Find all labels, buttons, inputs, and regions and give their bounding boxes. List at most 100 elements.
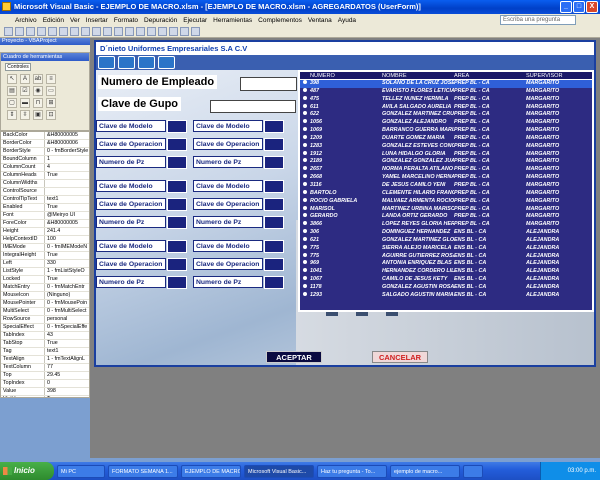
taskbar-item[interactable]: Mi PC [57, 464, 105, 478]
list-item[interactable]: 775 SIERRA ALEJO MARICELA ENS BL - CA ALEJA… [300, 244, 592, 253]
list-item[interactable]: GERARDO LANDA ORTIZ GERARDO PREP BL - CA MA… [300, 213, 592, 221]
close-button[interactable]: X [586, 1, 598, 13]
list-item[interactable]: 1069 BARRANCO GUERRA MARIA PREP BL - CA MAR… [300, 127, 592, 135]
property-row[interactable]: ControlSource [1, 188, 89, 196]
list-item[interactable]: BARTOLO CLEMENTE HILARIO FRANC PREP BL - C… [300, 189, 592, 198]
property-value[interactable]: 0 - fmBorderStyle [45, 148, 89, 155]
cut-icon[interactable] [37, 27, 46, 36]
list-item[interactable]: 621 GONZALEZ MARTINEZ GLO ENS BL - CA ALEJA… [300, 236, 592, 245]
list-item[interactable]: MARISOL MARTINEZ URBINA MARISOL PREP BL - … [300, 205, 592, 214]
block-input[interactable] [167, 216, 187, 229]
menu-archivo[interactable]: Archivo [12, 17, 40, 24]
taskbar-item[interactable]: EJEMPLO DE MACRO [181, 464, 241, 478]
property-value[interactable]: 241.4 [45, 228, 89, 235]
block-input[interactable] [167, 258, 187, 271]
property-row[interactable]: Enabled True [1, 204, 89, 212]
property-row[interactable]: IntegralHeight True [1, 252, 89, 260]
dollar-icon[interactable] [158, 56, 175, 69]
property-value[interactable]: True [45, 172, 89, 179]
property-row[interactable]: IMEMode 0 - fmIMEModeN [1, 244, 89, 252]
property-value[interactable]: &H80000006 [45, 140, 89, 147]
paste-icon[interactable] [59, 27, 68, 36]
list-item[interactable]: 1056 GONZALEZ ALEJANDRO PREP BL - CA MARGAR… [300, 119, 592, 127]
menu-ayuda[interactable]: Ayuda [335, 17, 359, 24]
property-value[interactable]: True [45, 204, 89, 211]
list-item[interactable]: 1293 SALGADO AGUSTIN MARIA ENS BL - CA ALEJ… [300, 291, 592, 300]
property-row[interactable]: Locked True [1, 276, 89, 284]
menu-edicion[interactable]: Edición [40, 17, 67, 24]
property-value[interactable]: 77 [45, 364, 89, 371]
property-row[interactable]: MousePointer 0 - fmMousePoin [1, 300, 89, 308]
listbox-icon[interactable]: ▤ [7, 86, 17, 96]
list-item[interactable]: 1067 CAMILO DE JESUS KETY ENS BL - CA ALEJA… [300, 276, 592, 284]
property-value[interactable]: text1 [45, 196, 89, 203]
excel-icon[interactable] [4, 27, 13, 36]
list-item[interactable]: 2189 GONZALEZ GONZALEZ JUANAPREP BL - CA M… [300, 158, 592, 166]
minimize-button[interactable]: _ [560, 1, 572, 13]
property-value[interactable]: text1 [45, 348, 89, 355]
find-icon[interactable] [70, 27, 79, 36]
redo-icon[interactable] [92, 27, 101, 36]
property-row[interactable]: ForeColor &H80000005 [1, 220, 89, 228]
property-row[interactable]: Left 330 [1, 260, 89, 268]
property-value[interactable]: 398 [45, 388, 89, 395]
start-button[interactable]: Inicio [0, 462, 54, 480]
taskbar-item[interactable]: ejemplo de macro... [390, 464, 460, 478]
block-input[interactable] [264, 156, 284, 169]
menu-formato[interactable]: Formato [111, 17, 141, 24]
property-row[interactable]: ColumnWidths [1, 180, 89, 188]
property-value[interactable]: 0 - fmMultiSelect [45, 308, 89, 315]
menu-ejecutar[interactable]: Ejecutar [180, 17, 210, 24]
list-item[interactable]: 487 EVARISTO FLORES LETICIA PREP BL - CA MA… [300, 87, 592, 96]
block-input[interactable] [264, 216, 284, 229]
list-item[interactable]: 611 AVILA SALGADO AURELIA PREP BL - CA MARG… [300, 103, 592, 112]
property-row[interactable]: MouseIcon (Ninguno) [1, 292, 89, 300]
property-row[interactable]: MultiSelect 0 - fmMultiSelect [1, 308, 89, 316]
checkbox-icon[interactable]: ☑ [20, 86, 30, 96]
property-row[interactable]: Tag text1 [1, 348, 89, 356]
multipage-icon[interactable]: ⊞ [46, 98, 56, 108]
menu-ventana[interactable]: Ventana [305, 17, 335, 24]
property-row[interactable]: TextColumn 77 [1, 364, 89, 372]
property-value[interactable]: 29.45 [45, 372, 89, 379]
taskbar-item[interactable]: Microsoft Visual Basic... [244, 464, 314, 478]
property-row[interactable]: HelpContextID 100 [1, 236, 89, 244]
menu-ver[interactable]: Ver [67, 17, 83, 24]
link-icon[interactable] [138, 56, 155, 69]
textbox-icon[interactable]: ab [33, 74, 43, 84]
employee-listbox[interactable]: NUMERO NOMBRE AREA SUPERVISOR 398 SOLANO … [298, 70, 594, 312]
image-icon[interactable]: ▣ [33, 110, 43, 120]
property-value[interactable]: @Meiryo UI [45, 212, 89, 219]
property-value[interactable]: 0 - fmMatchEntr [45, 284, 89, 291]
property-row[interactable]: BorderColor &H80000006 [1, 140, 89, 148]
property-row[interactable]: TabStop True [1, 340, 89, 348]
property-row[interactable]: ListStyle 1 - fmListStyleO [1, 268, 89, 276]
pause-icon[interactable] [114, 27, 123, 36]
property-value[interactable]: 0 [45, 380, 89, 387]
design-mode-icon[interactable] [136, 27, 145, 36]
numero-empleado-input[interactable] [240, 77, 297, 91]
list-item[interactable]: 1041 HERNANDEZ CORDERO LIL ENS BL - CA ALEJ… [300, 268, 592, 276]
property-value[interactable]: 330 [45, 260, 89, 267]
property-value[interactable]: personal [45, 316, 89, 323]
property-row[interactable]: ControlTipText text1 [1, 196, 89, 204]
property-value[interactable]: True [45, 340, 89, 347]
label-icon[interactable]: A [20, 74, 30, 84]
property-row[interactable]: BorderStyle 0 - fmBorderStyle [1, 148, 89, 156]
stop-icon[interactable] [125, 27, 134, 36]
property-value[interactable]: (Ninguno) [45, 292, 89, 299]
run-icon[interactable] [103, 27, 112, 36]
block-input[interactable] [167, 138, 187, 151]
combobox-icon[interactable]: ≡ [46, 74, 56, 84]
menu-complementos[interactable]: Complementos [255, 17, 305, 24]
property-row[interactable]: Font @Meiryo UI [1, 212, 89, 220]
property-row[interactable]: VisibleTrue [1, 396, 89, 397]
property-row[interactable]: BoundColumn 1 [1, 156, 89, 164]
block-input[interactable] [167, 156, 187, 169]
tabstrip-icon[interactable]: ⊓ [33, 98, 43, 108]
property-value[interactable]: True [45, 396, 89, 397]
document-icon[interactable] [118, 56, 135, 69]
block-input[interactable] [167, 180, 187, 193]
menu-depuracion[interactable]: Depuración [141, 17, 180, 24]
property-row[interactable]: Height 241.4 [1, 228, 89, 236]
